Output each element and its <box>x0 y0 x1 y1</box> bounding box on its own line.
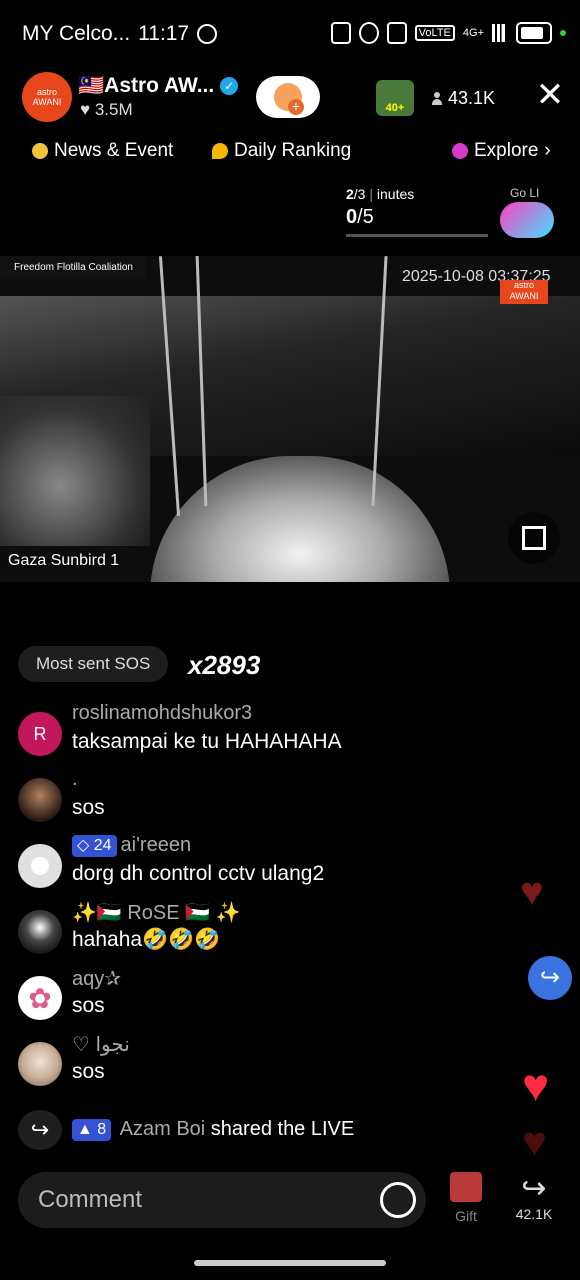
live-goal-progress[interactable]: 2/3 | inutes 0/5 <box>346 186 496 237</box>
live-video[interactable]: Freedom Flotilla Coaliation 2025-10-08 0… <box>0 256 580 582</box>
live-header: astro AWANI 🇲🇾Astro AW...✓ ♥ 3.5M 40+ 43… <box>0 70 580 128</box>
most-sent-gift-pill[interactable]: Most sent SOS <box>18 646 169 682</box>
default-avatar-icon <box>31 857 49 875</box>
category-tabs: News & Event Daily Ranking Explore › <box>0 140 580 170</box>
comment-text: sos <box>72 994 105 1017</box>
floating-heart-icon: ♥ <box>522 1118 547 1165</box>
floating-heart-icon: ♥ <box>520 870 544 914</box>
coin-icon <box>32 143 48 159</box>
share-float-button[interactable]: ↪ <box>528 956 572 1000</box>
comment-text: hahaha🤣🤣🤣 <box>72 928 221 951</box>
shared-live-notice[interactable]: ↪ ▲ 8 Azam Boi shared the LIVE <box>18 1110 498 1150</box>
person-icon <box>432 91 442 106</box>
emoji-button[interactable] <box>380 1182 416 1218</box>
avatar[interactable]: R <box>18 712 62 756</box>
vibrate-icon <box>386 22 407 44</box>
comment-text: sos <box>72 1060 105 1083</box>
comment-text: sos <box>72 796 105 819</box>
avatar[interactable] <box>18 844 62 888</box>
tab-daily-ranking[interactable]: Daily Ranking <box>212 140 351 162</box>
level-badge: ◇ 24 <box>72 834 117 857</box>
progress-track <box>346 234 488 237</box>
volte-icon: VoLTE <box>414 25 455 41</box>
comment-username[interactable]: ✨🇵🇸 RoSE 🇵🇸 ✨ <box>72 900 241 925</box>
floating-heart-icon: ♥ <box>522 1059 550 1111</box>
verified-icon: ✓ <box>220 77 239 96</box>
go-live-button[interactable]: Go LI <box>500 186 564 242</box>
comment-username[interactable]: . <box>72 768 78 791</box>
host-name[interactable]: 🇲🇾Astro AW... ✓ <box>78 74 239 98</box>
viewer-count[interactable]: 43.1K <box>432 88 495 109</box>
explore-icon <box>452 143 468 159</box>
status-bar: MY Celco... 11:17 VoLTE 4G+ <box>0 0 580 68</box>
gift-button[interactable]: Gift <box>446 1172 486 1224</box>
follow-button[interactable] <box>256 76 320 118</box>
host-avatar[interactable]: astro AWANI <box>22 72 72 122</box>
video-caption: Gaza Sunbird 1 <box>8 552 120 569</box>
privacy-dot-icon <box>560 30 566 36</box>
avatar[interactable] <box>18 910 62 954</box>
comment-username[interactable]: ♡ نجوا <box>72 1032 130 1057</box>
palestine-flag-badge[interactable]: 40+ <box>376 80 414 116</box>
tab-explore[interactable]: Explore › <box>452 140 551 162</box>
carrier-name: MY Celco... <box>22 22 131 45</box>
share-arrow-icon: ↪ <box>521 1172 547 1205</box>
chevron-right-icon: › <box>544 140 551 161</box>
network-type: 4G+ <box>462 27 484 39</box>
shared-username[interactable]: Azam Boi <box>120 1118 206 1140</box>
share-icon: ↪ <box>18 1110 62 1150</box>
fullscreen-button[interactable] <box>508 512 560 564</box>
heart-plus-icon <box>274 83 304 115</box>
nfc-icon <box>330 22 351 44</box>
fullscreen-icon <box>522 526 546 550</box>
signal-icon <box>492 24 508 42</box>
gift-combo-count: x2893 <box>188 650 261 680</box>
home-indicator[interactable] <box>194 1260 386 1266</box>
avatar[interactable]: ✿ <box>18 976 62 1020</box>
comment-text: dorg dh control cctv ulang2 <box>72 862 325 885</box>
share-button[interactable]: ↪ 42.1K <box>510 1172 558 1222</box>
comment-username[interactable]: aqy✰ <box>72 966 121 991</box>
comment-username[interactable]: roslinamohdshukor3 <box>72 702 252 725</box>
level-badge: ▲ 8 <box>72 1118 112 1141</box>
close-button[interactable]: ✕ <box>534 78 566 112</box>
whatsapp-icon <box>197 24 218 44</box>
comment-text: taksampai ke tu HAHAHAHA <box>72 730 342 753</box>
avatar[interactable] <box>18 778 62 822</box>
clock: 11:17 <box>138 22 190 45</box>
gift-icon <box>450 1172 482 1202</box>
astro-awani-logo: astro AWANI <box>500 280 548 304</box>
battery-icon <box>516 22 552 44</box>
host-likes: ♥ 3.5M <box>80 100 133 119</box>
tab-news-event[interactable]: News & Event <box>32 140 173 162</box>
comment-username[interactable]: ◇ 24 ai'reeen <box>72 834 191 857</box>
tiktok-logo-icon <box>500 202 554 238</box>
alarm-icon <box>358 22 379 44</box>
video-source-tag: Freedom Flotilla Coaliation <box>0 256 147 279</box>
comment-input[interactable]: Comment <box>18 1172 426 1228</box>
flame-icon <box>212 143 228 159</box>
avatar[interactable] <box>18 1042 62 1086</box>
